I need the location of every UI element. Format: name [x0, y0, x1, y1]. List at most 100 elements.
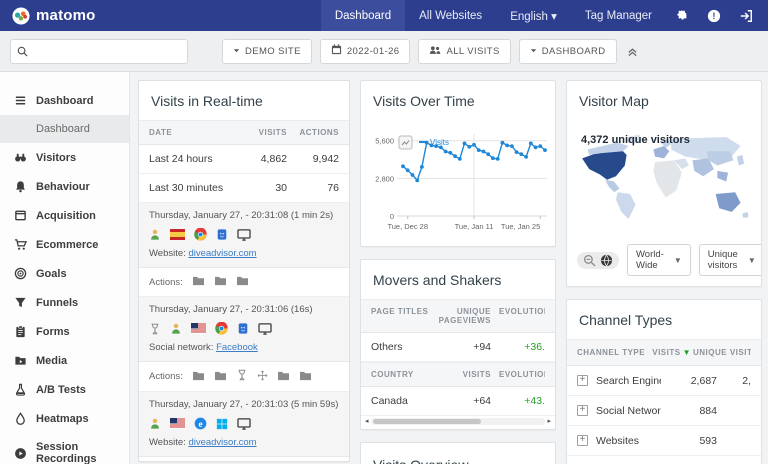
row-visits: 30	[235, 182, 287, 194]
chrome-icon	[194, 228, 207, 241]
widget-channel-types: Channel Types CHANNEL TYPE VISITS▼ UNIQU…	[566, 299, 762, 464]
sidebar-item-label: Acquisition	[36, 210, 96, 222]
nav-item-all-websites[interactable]: All Websites	[405, 0, 496, 31]
widget-title: Movers and Shakers	[361, 260, 555, 299]
search-input[interactable]	[33, 45, 181, 57]
sidebar-item-behaviour[interactable]: Behaviour	[0, 172, 129, 201]
dashboard-grid: Visits in Real-time DATE VISITS ACTIONS …	[130, 72, 768, 464]
expand-icon[interactable]	[577, 435, 588, 446]
metric-select[interactable]: Unique visitors▼	[699, 244, 762, 276]
sidebar-item-funnels[interactable]: Funnels	[0, 288, 129, 317]
sidebar-item-a-b-tests[interactable]: A/B Tests	[0, 375, 129, 404]
nav-item-dashboard[interactable]: Dashboard	[321, 0, 405, 31]
channel-row-social-networks[interactable]: Social Networks884	[567, 396, 761, 426]
actions-row: Actions:	[139, 457, 349, 462]
expand-icon[interactable]	[577, 375, 588, 386]
expand-icon[interactable]	[577, 405, 588, 416]
plus-icon[interactable]	[257, 370, 268, 384]
sidebar-item-heatmaps[interactable]: Heatmaps	[0, 404, 129, 433]
nav-item-english-[interactable]: English ▾	[496, 0, 571, 31]
all-visits-button[interactable]: ALL VISITS	[418, 39, 510, 64]
window-icon	[14, 209, 27, 222]
navbar-spacer	[108, 0, 321, 31]
brand-name: matomo	[36, 7, 96, 24]
realtime-summary-row: Last 30 minutes3076	[139, 174, 349, 203]
scroll-left-icon[interactable]: ◂	[365, 418, 369, 425]
scroll-thumb[interactable]	[373, 419, 481, 424]
sidebar-item-dashboard[interactable]: Dashboard	[0, 115, 129, 143]
widget-movers-shakers: Movers and Shakers PAGE TITLESUNIQUE PAG…	[360, 259, 556, 430]
sort-desc-icon: ▼	[683, 348, 691, 357]
nav-item-tag-manager[interactable]: Tag Manager	[571, 0, 666, 31]
referrer-link[interactable]: diveadvisor.com	[188, 248, 256, 259]
realtime-table-header: DATE VISITS ACTIONS	[139, 120, 349, 145]
col-unique-visitors[interactable]: UNIQUE VISIT	[693, 348, 751, 357]
flask-icon	[14, 383, 27, 396]
help-icon[interactable]: !	[698, 9, 730, 23]
person-icon	[170, 322, 182, 335]
col-channel-type[interactable]: CHANNEL TYPE	[577, 348, 652, 357]
sidebar-item-visitors[interactable]: Visitors	[0, 143, 129, 172]
map-controls: World-Wide▼ Unique visitors▼	[567, 237, 761, 286]
svg-text:Visits: Visits	[430, 138, 449, 147]
movers-row[interactable]: Others+94+36.	[361, 333, 555, 362]
channel-row-direct-entry[interactable]: Direct Entry577	[567, 456, 761, 464]
sidebar-item-label: Dashboard	[36, 95, 93, 107]
folder-icon[interactable]	[214, 275, 227, 289]
folder-icon[interactable]	[277, 370, 290, 384]
row-actions: 9,942	[287, 153, 339, 165]
visit-datetime: Thursday, January 27, - 20:31:06 (16s)	[149, 304, 339, 315]
dashboard-button[interactable]: DASHBOARD	[519, 39, 617, 64]
search-box[interactable]	[10, 39, 188, 64]
folder-icon[interactable]	[236, 275, 249, 289]
signout-icon[interactable]	[730, 9, 762, 23]
svg-text:Tue, Jan 11: Tue, Jan 11	[455, 222, 494, 231]
referrer-link[interactable]: diveadvisor.com	[188, 437, 256, 448]
col-visits-sorted[interactable]: VISITS▼	[652, 348, 693, 357]
button-label: 2022-01-26	[347, 46, 400, 57]
folder-icon[interactable]	[299, 370, 312, 384]
settings-icon[interactable]	[666, 9, 698, 23]
sidebar-item-acquisition[interactable]: Acquisition	[0, 201, 129, 230]
caret-icon	[233, 46, 240, 57]
2022-01-26-button[interactable]: 2022-01-26	[320, 39, 411, 64]
zoom-out-icon[interactable]	[583, 254, 596, 267]
visitor-log-entry: Thursday, January 27, - 20:31:03 (5 min …	[139, 392, 349, 457]
collapse-dashboard-icon[interactable]	[627, 46, 638, 57]
globe-icon[interactable]	[600, 254, 613, 267]
search-icon	[17, 46, 28, 57]
scroll-track[interactable]	[371, 418, 546, 425]
channel-row-search-engines[interactable]: Search Engines2,6872,	[567, 366, 761, 396]
sidebar-item-label: Behaviour	[36, 181, 90, 193]
horizontal-scrollbar[interactable]: ◂ ▸	[361, 416, 555, 429]
widget-title: Channel Types	[567, 300, 761, 339]
movers-row[interactable]: Canada+64+43.	[361, 387, 555, 416]
world-map[interactable]: 4,372 unique visitors	[567, 120, 761, 237]
media-icon	[14, 354, 27, 367]
widget-title: Visits Over Time	[361, 81, 555, 120]
visits-line-chart[interactable]: 02,8005,600Tue, Dec 28Tue, Jan 11Tue, Ja…	[361, 120, 555, 246]
person-icon	[149, 228, 161, 241]
folder-icon[interactable]	[214, 370, 227, 384]
playcircle-icon	[14, 447, 27, 460]
goal-icon[interactable]	[236, 369, 248, 384]
sidebar-item-media[interactable]: Media	[0, 346, 129, 375]
scroll-right-icon[interactable]: ▸	[547, 418, 551, 425]
folder-icon[interactable]	[192, 370, 205, 384]
referrer-link[interactable]: Facebook	[216, 342, 258, 353]
sidebar-item-ecommerce[interactable]: Ecommerce	[0, 230, 129, 259]
windows-icon	[216, 418, 228, 430]
region-select[interactable]: World-Wide▼	[627, 244, 691, 276]
demo-site-button[interactable]: DEMO SITE	[222, 39, 312, 64]
sidebar: DashboardDashboardVisitorsBehaviourAcqui…	[0, 72, 130, 464]
channel-row-websites[interactable]: Websites593	[567, 426, 761, 456]
caret-icon	[530, 46, 537, 57]
sidebar-item-goals[interactable]: Goals	[0, 259, 129, 288]
metric-select-value: Unique visitors	[708, 249, 738, 271]
sidebar-item-dashboard[interactable]: Dashboard	[0, 86, 129, 115]
matomo-logo[interactable]: matomo	[0, 0, 108, 31]
sidebar-item-label: Session Recordings	[36, 441, 123, 464]
sidebar-item-forms[interactable]: Forms	[0, 317, 129, 346]
folder-icon[interactable]	[192, 275, 205, 289]
sidebar-item-session-recordings[interactable]: Session Recordings	[0, 433, 129, 464]
